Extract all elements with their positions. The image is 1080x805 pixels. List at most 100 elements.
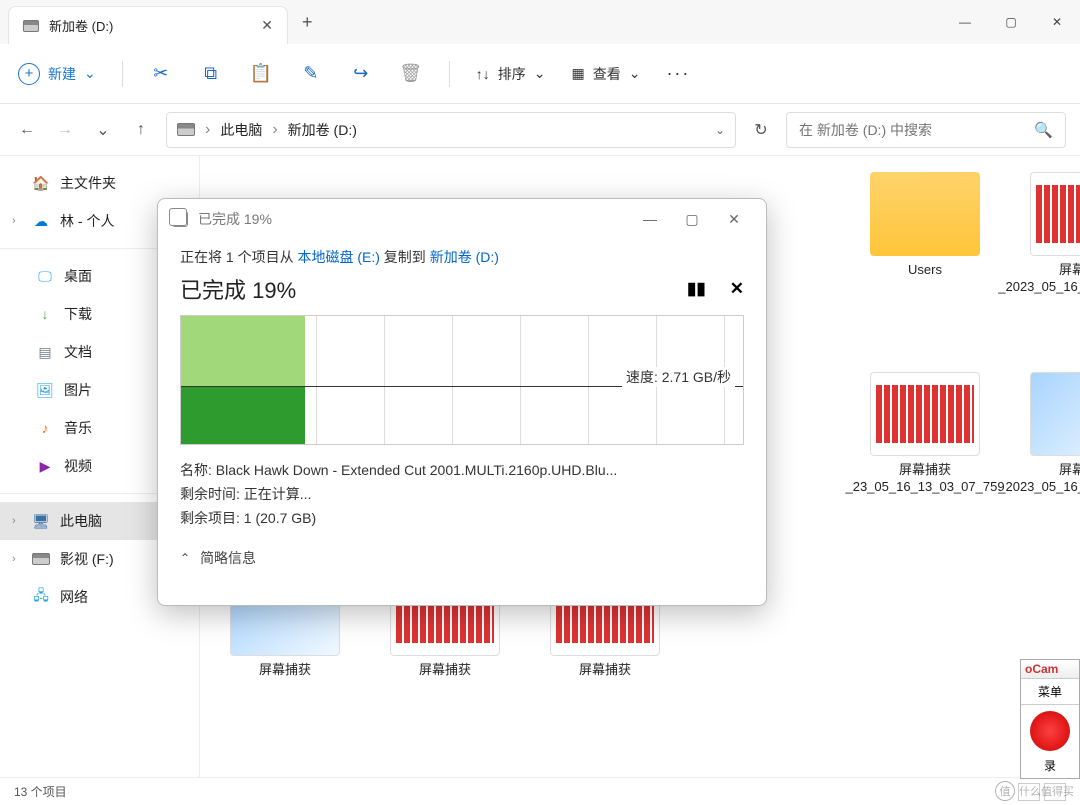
document-icon: ▤ <box>36 343 54 361</box>
destination-link[interactable]: 新加卷 (D:) <box>430 249 499 265</box>
file-item[interactable]: 屏幕捕获_2023_05_16_12_50_13_705 <box>1020 172 1080 352</box>
file-label: 屏幕捕获_2023_05_16_13_08_04_574 <box>998 462 1080 496</box>
recorder-window[interactable]: oCam 菜单 录 <box>1020 659 1080 779</box>
share-icon[interactable]: ↪ <box>349 63 373 84</box>
recorder-menu-button[interactable]: 菜单 <box>1021 679 1079 705</box>
video-icon: ▶ <box>36 457 54 475</box>
refresh-button[interactable]: ↻ <box>748 120 774 140</box>
music-icon: ♪ <box>36 419 54 437</box>
search-input[interactable] <box>799 122 1034 138</box>
dialog-title: 已完成 19% <box>198 209 272 229</box>
copy-description: 正在将 1 个项目从 本地磁盘 (E:) 复制到 新加卷 (D:) <box>180 247 744 267</box>
remaining-time-row: 剩余时间: 正在计算... <box>180 483 744 507</box>
chevron-up-icon: ⌃ <box>180 551 190 565</box>
file-label: Users <box>908 262 942 279</box>
paste-icon[interactable]: 📋 <box>249 63 273 84</box>
sort-icon: ↑↓ <box>476 66 490 82</box>
file-item[interactable]: Users <box>860 172 990 352</box>
download-icon: ↓ <box>36 305 54 323</box>
forward-button[interactable]: → <box>52 121 78 139</box>
dialog-titlebar[interactable]: 已完成 19% — ▢ ✕ <box>158 199 766 239</box>
anime-icon <box>1030 372 1080 456</box>
breadcrumb[interactable]: › 此电脑 › 新加卷 (D:) ⌄ <box>166 112 736 148</box>
file-label: 屏幕捕获_23_05_16_13_03_07_759 <box>845 462 1004 496</box>
source-link[interactable]: 本地磁盘 (E:) <box>297 249 379 265</box>
expand-icon[interactable]: › <box>12 553 22 565</box>
shot-icon <box>870 372 980 456</box>
new-tab-button[interactable]: + <box>302 12 313 33</box>
desktop-icon: 🖵 <box>36 267 54 285</box>
watermark: 值什么值得买 <box>995 781 1074 801</box>
sort-button[interactable]: ↑↓ 排序 ⌄ <box>476 64 546 84</box>
copy-icon <box>172 211 188 227</box>
chevron-down-icon: ⌄ <box>534 65 546 82</box>
file-label: 屏幕捕获_2023_05_16_12_50_13_705 <box>998 262 1080 296</box>
close-button[interactable]: ✕ <box>1034 0 1080 44</box>
drive-icon <box>23 20 39 32</box>
separator <box>122 61 123 87</box>
tab-close-icon[interactable]: ✕ <box>261 17 273 34</box>
history-dropdown[interactable]: ⌄ <box>90 120 116 140</box>
expand-icon[interactable]: › <box>12 215 22 227</box>
network-icon: 🖧 <box>32 588 50 606</box>
view-button[interactable]: ▦ 查看 ⌄ <box>571 64 640 84</box>
details-toggle[interactable]: ⌃ 简略信息 <box>180 548 744 568</box>
cloud-icon: ☁ <box>32 212 50 230</box>
remaining-items-row: 剩余项目: 1 (20.7 GB) <box>180 507 744 531</box>
file-item[interactable]: 屏幕捕获_2023_05_16_13_08_04_574 <box>1020 372 1080 552</box>
breadcrumb-root[interactable]: 此电脑 <box>220 120 262 140</box>
dialog-minimize-button[interactable]: — <box>632 205 668 233</box>
new-label: 新建 <box>48 64 76 84</box>
sidebar-home[interactable]: 🏠主文件夹 <box>0 164 199 202</box>
file-label: 屏幕捕获 <box>579 662 631 679</box>
breadcrumb-current[interactable]: 新加卷 (D:) <box>288 120 357 140</box>
picture-icon: 🖼 <box>36 381 54 399</box>
speed-chart: 速度: 2.71 GB/秒 <box>180 315 744 445</box>
pc-icon: 🖥 <box>32 512 50 530</box>
chevron-down-icon[interactable]: ⌄ <box>715 123 725 137</box>
expand-icon[interactable]: › <box>12 515 22 527</box>
search-box[interactable]: 🔍 <box>786 112 1066 148</box>
maximize-button[interactable]: ▢ <box>988 0 1034 44</box>
status-bar: 13 个项目 <box>0 777 1080 805</box>
new-button[interactable]: + 新建 ⌄ <box>18 63 96 85</box>
tab-title: 新加卷 (D:) <box>49 16 251 35</box>
tab[interactable]: 新加卷 (D:) ✕ <box>8 6 288 44</box>
dialog-close-button[interactable]: ✕ <box>716 205 752 233</box>
rename-icon[interactable]: ✎ <box>299 63 323 84</box>
record-button[interactable] <box>1030 711 1070 751</box>
back-button[interactable]: ← <box>14 121 40 139</box>
home-icon: 🏠 <box>32 174 50 192</box>
chevron-down-icon: ⌄ <box>84 65 96 82</box>
cut-icon[interactable]: ✂ <box>149 63 173 84</box>
separator <box>449 61 450 87</box>
copy-icon[interactable]: ⧉ <box>199 63 223 84</box>
cancel-button[interactable]: ✕ <box>730 279 744 299</box>
pause-button[interactable]: ▮▮ <box>687 279 706 299</box>
copy-dialog: 已完成 19% — ▢ ✕ 正在将 1 个项目从 本地磁盘 (E:) 复制到 新… <box>157 198 767 606</box>
drive-icon <box>177 123 195 136</box>
record-label: 录 <box>1021 757 1079 778</box>
plus-icon: + <box>18 63 40 85</box>
nav-row: ← → ⌄ ↑ › 此电脑 › 新加卷 (D:) ⌄ ↻ 🔍 <box>0 104 1080 156</box>
titlebar: 新加卷 (D:) ✕ + — ▢ ✕ <box>0 0 1080 44</box>
delete-icon[interactable]: 🗑 <box>399 63 423 84</box>
item-count: 13 个项目 <box>14 783 67 800</box>
minimize-button[interactable]: — <box>942 0 988 44</box>
file-label: 屏幕捕获 <box>419 662 471 679</box>
speed-value: 2.71 GB/秒 <box>662 369 731 385</box>
recorder-title: oCam <box>1021 660 1079 679</box>
drive-icon <box>32 550 50 568</box>
chevron-down-icon: ⌄ <box>629 65 641 82</box>
toolbar: + 新建 ⌄ ✂ ⧉ 📋 ✎ ↪ 🗑 ↑↓ 排序 ⌄ ▦ 查看 ⌄ ··· <box>0 44 1080 104</box>
more-button[interactable]: ··· <box>666 63 690 84</box>
folder-icon <box>870 172 980 256</box>
search-icon[interactable]: 🔍 <box>1034 121 1053 139</box>
file-item[interactable]: 屏幕捕获_23_05_16_13_03_07_759 <box>860 372 990 552</box>
file-label: 屏幕捕获 <box>259 662 311 679</box>
shot-icon <box>1030 172 1080 256</box>
up-button[interactable]: ↑ <box>128 121 154 139</box>
dialog-maximize-button[interactable]: ▢ <box>674 205 710 233</box>
file-name-row: 名称: Black Hawk Down - Extended Cut 2001.… <box>180 459 744 483</box>
progress-text: 已完成 19% <box>180 273 296 305</box>
